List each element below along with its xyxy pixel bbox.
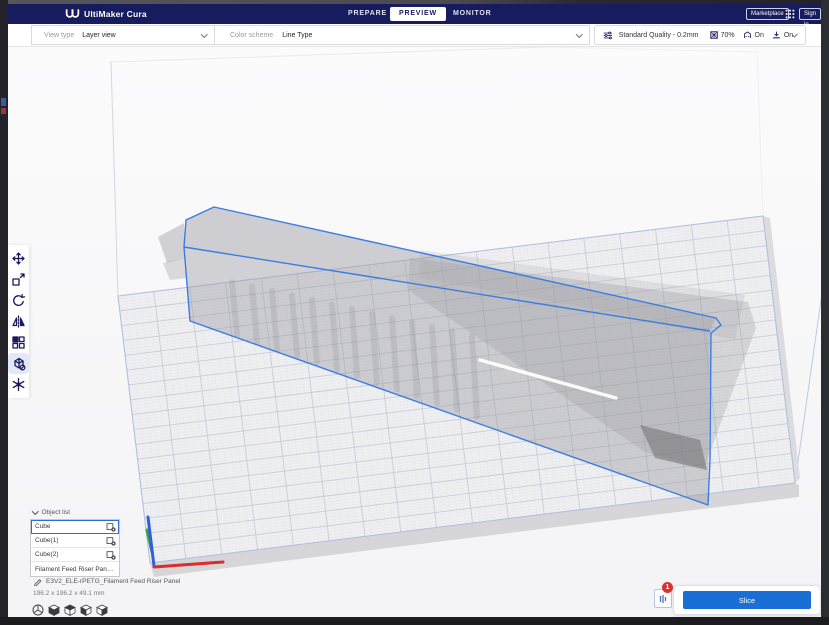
grid-apps-icon[interactable] — [785, 9, 795, 19]
object-list-item[interactable]: Cube(1) — [31, 534, 119, 548]
profile-value: Standard Quality - 0.2mm — [618, 31, 699, 39]
modifier-mesh-icon — [106, 550, 116, 560]
color-scheme-label: Color scheme — [230, 31, 274, 39]
error-count-badge: 1 — [662, 582, 673, 593]
mirror-tool[interactable] — [8, 311, 29, 332]
top-view-icon[interactable] — [63, 603, 76, 616]
tab-preview[interactable]: PREVIEW — [390, 7, 446, 21]
move-tool[interactable] — [8, 248, 29, 269]
desktop-icon-fragment — [1, 108, 6, 114]
app-window: UltiMaker Cura PREPARE PREVIEW MONITOR M… — [0, 0, 829, 625]
infill-value: 70% — [720, 31, 735, 39]
view-type-dropdown[interactable]: View type Layer view — [31, 25, 215, 45]
window-frame-bottom — [0, 617, 829, 625]
sign-in-button[interactable]: Sign in — [799, 8, 822, 28]
marketplace-button[interactable]: Marketplace — [746, 8, 789, 20]
support-value: On — [754, 31, 764, 39]
scale-tool[interactable] — [8, 269, 29, 290]
chevron-down-icon — [575, 30, 582, 38]
object-list-title: Object list — [41, 509, 71, 516]
app-title: UltiMaker Cura — [84, 8, 147, 19]
adhesion-icon — [773, 31, 780, 39]
object-list-header[interactable]: Object list — [32, 508, 71, 516]
window-frame-left — [0, 0, 8, 625]
slice-button[interactable]: Slice — [683, 591, 811, 609]
modifier-mesh-icon — [106, 522, 116, 532]
build-plate-scene — [8, 47, 821, 617]
view-type-label: View type — [44, 31, 75, 39]
infill-icon — [709, 31, 718, 39]
left-view-icon[interactable] — [79, 603, 92, 616]
front-view-icon[interactable] — [47, 603, 60, 616]
tool-panel — [8, 245, 29, 398]
ultimaker-mark-icon — [65, 9, 80, 18]
app-logo: UltiMaker Cura — [65, 7, 147, 20]
object-list: Cube Cube(1) Cube(2) Filament Feed Riser… — [30, 519, 120, 577]
chevron-down-icon — [32, 508, 39, 515]
object-list-item[interactable]: Filament Feed Riser Panel.stl — [31, 562, 119, 576]
support-icon — [743, 31, 751, 38]
object-list-item[interactable]: Cube — [31, 520, 119, 534]
custom-supports-tool[interactable] — [8, 374, 29, 395]
pencil-icon[interactable] — [33, 577, 42, 586]
color-scheme-value: Line Type — [282, 31, 313, 39]
desktop-icon-fragment — [1, 98, 6, 106]
chevron-down-icon — [200, 30, 207, 38]
color-scheme-dropdown[interactable]: Color scheme Line Type — [214, 25, 590, 45]
model-dimensions: 196.2 x 196.2 x 49.1 mm — [33, 590, 105, 597]
object-list-item[interactable]: Cube(2) — [31, 548, 119, 562]
view-presets — [31, 603, 108, 616]
project-name: E3V2_ELE-rPETG_Filament Feed Riser Panel — [46, 578, 181, 585]
sliders-icon — [603, 31, 613, 39]
window-frame-right — [821, 0, 829, 625]
viewport-3d[interactable]: Object list Cube Cube(1) Cube(2) Filamen… — [8, 47, 821, 617]
per-model-settings-tool[interactable] — [8, 332, 29, 353]
rotate-tool[interactable] — [8, 290, 29, 311]
print-settings-summary[interactable]: Standard Quality - 0.2mm 70% On On — [594, 25, 806, 45]
tab-monitor[interactable]: MONITOR — [453, 4, 492, 24]
view-type-value: Layer view — [82, 31, 116, 39]
tab-prepare[interactable]: PREPARE — [348, 4, 387, 24]
chevron-down-icon — [792, 31, 799, 37]
secondary-toolbar: View type Layer view Color scheme Line T… — [8, 24, 821, 47]
right-view-icon[interactable] — [95, 603, 108, 616]
support-blocker-tool[interactable] — [8, 353, 29, 374]
app-header: UltiMaker Cura PREPARE PREVIEW MONITOR M… — [8, 4, 822, 28]
sliders-vertical-icon — [659, 594, 667, 603]
3d-view-icon[interactable] — [31, 603, 44, 616]
modifier-mesh-icon — [106, 536, 116, 546]
